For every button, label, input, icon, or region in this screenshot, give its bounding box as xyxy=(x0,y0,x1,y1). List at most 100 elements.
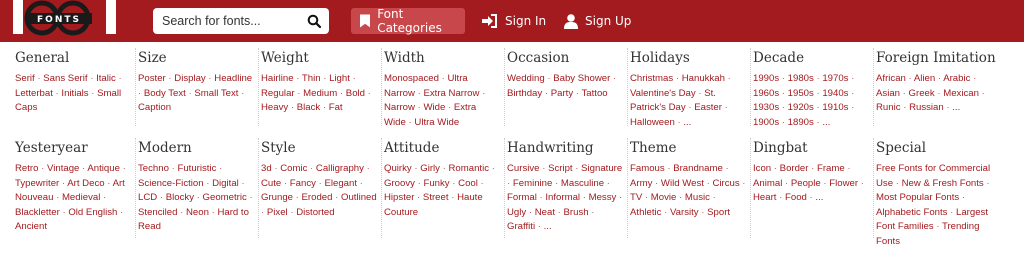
category-link[interactable]: Serif xyxy=(15,73,35,84)
category-link[interactable]: Party xyxy=(551,88,573,99)
category-link[interactable]: Narrow xyxy=(384,102,415,113)
search-input[interactable] xyxy=(162,12,302,30)
category-link[interactable]: Movie xyxy=(651,192,677,203)
category-link[interactable]: Science-Fiction xyxy=(138,178,204,189)
category-link[interactable]: Futuristic xyxy=(177,163,216,174)
category-link[interactable]: Medieval xyxy=(62,192,100,203)
category-link[interactable]: Fancy xyxy=(290,178,316,189)
category-heading[interactable]: Special xyxy=(876,140,992,157)
category-link[interactable]: Greek xyxy=(909,88,935,99)
category-link[interactable]: Cool xyxy=(458,178,478,189)
category-link[interactable]: Black xyxy=(297,102,320,113)
category-link[interactable]: Brandname xyxy=(673,163,723,174)
category-link[interactable]: Russian xyxy=(909,102,944,113)
category-link[interactable]: 1970s xyxy=(822,73,848,84)
category-link[interactable]: TV xyxy=(630,192,642,203)
category-link[interactable]: Valentine's Day xyxy=(630,88,696,99)
category-link[interactable]: Food xyxy=(785,192,807,203)
category-heading[interactable]: Handwriting xyxy=(507,140,623,157)
category-heading[interactable]: Yesteryear xyxy=(15,140,131,157)
category-link[interactable]: Runic xyxy=(876,102,901,113)
category-link[interactable]: Flower xyxy=(829,178,858,189)
category-link[interactable]: Wedding xyxy=(507,73,545,84)
category-link[interactable]: 3d xyxy=(261,163,272,174)
category-link[interactable]: Groovy xyxy=(384,178,415,189)
category-heading[interactable]: Style xyxy=(261,140,377,157)
category-link[interactable]: Digital xyxy=(212,178,239,189)
category-heading[interactable]: Modern xyxy=(138,140,254,157)
category-heading[interactable]: Attitude xyxy=(384,140,500,157)
category-link[interactable]: Asian xyxy=(876,88,900,99)
category-link[interactable]: Wide xyxy=(423,102,445,113)
category-link[interactable]: 1930s xyxy=(753,102,779,113)
category-link[interactable]: Alien xyxy=(914,73,935,84)
category-link[interactable]: Typewriter xyxy=(15,178,59,189)
category-link[interactable]: Outlined xyxy=(341,192,377,203)
category-link[interactable]: Blocky xyxy=(166,192,194,203)
category-link[interactable]: LCD xyxy=(138,192,157,203)
category-link[interactable]: Christmas xyxy=(630,73,673,84)
category-link[interactable]: Monospaced xyxy=(384,73,439,84)
category-link[interactable]: Light xyxy=(329,73,350,84)
category-link[interactable]: 1940s xyxy=(822,88,848,99)
category-link[interactable]: Halloween xyxy=(630,117,675,128)
category-link[interactable]: Brush xyxy=(564,207,589,218)
category-heading[interactable]: Foreign Imitation xyxy=(876,50,996,67)
category-heading[interactable]: Dingbat xyxy=(753,140,869,157)
category-link[interactable]: Baby Shower xyxy=(553,73,610,84)
category-heading[interactable]: General xyxy=(15,50,131,67)
category-link[interactable]: Medium xyxy=(303,88,337,99)
category-link[interactable]: Athletic xyxy=(630,207,661,218)
category-link[interactable]: Street xyxy=(423,192,449,203)
category-link[interactable]: Elegant xyxy=(324,178,357,189)
category-link[interactable]: Calligraphy xyxy=(316,163,364,174)
category-link[interactable]: 1890s xyxy=(788,117,814,128)
category-link[interactable]: Tattoo xyxy=(582,88,608,99)
category-heading[interactable]: Size xyxy=(138,50,254,67)
category-link[interactable]: Icon xyxy=(753,163,771,174)
category-link[interactable]: ... xyxy=(683,117,691,128)
category-link[interactable]: Neat xyxy=(535,207,555,218)
category-link[interactable]: Arabic xyxy=(943,73,970,84)
category-link[interactable]: Techno xyxy=(138,163,169,174)
category-link[interactable]: Famous xyxy=(630,163,665,174)
category-link[interactable]: Blackletter xyxy=(15,207,60,218)
category-link[interactable]: Italic xyxy=(96,73,116,84)
category-link[interactable]: 1980s xyxy=(788,73,814,84)
category-link[interactable]: Letterbat xyxy=(15,88,53,99)
category-link[interactable]: Cursive xyxy=(507,163,540,174)
category-link[interactable]: New & Fresh Fonts xyxy=(902,178,984,189)
category-link[interactable]: Ugly xyxy=(507,207,526,218)
category-link[interactable]: Retro xyxy=(15,163,38,174)
category-link[interactable]: Messy xyxy=(589,192,617,203)
category-link[interactable]: ... xyxy=(544,221,552,232)
category-link[interactable]: Poster xyxy=(138,73,166,84)
category-link[interactable]: Geometric xyxy=(203,192,247,203)
category-link[interactable]: Headline xyxy=(214,73,252,84)
category-link[interactable]: Mexican xyxy=(943,88,979,99)
category-link[interactable]: Thin xyxy=(302,73,321,84)
category-heading[interactable]: Decade xyxy=(753,50,869,67)
category-link[interactable]: ... xyxy=(822,117,830,128)
category-link[interactable]: 1900s xyxy=(753,117,779,128)
category-link[interactable]: Distorted xyxy=(296,207,334,218)
sign-in-button[interactable]: Sign In xyxy=(482,8,546,34)
category-link[interactable]: Army xyxy=(630,178,652,189)
category-link[interactable]: People xyxy=(791,178,821,189)
category-link[interactable]: Informal xyxy=(545,192,580,203)
category-link[interactable]: Grunge xyxy=(261,192,293,203)
search-icon[interactable] xyxy=(307,14,321,28)
category-link[interactable]: Birthday xyxy=(507,88,542,99)
font-categories-button[interactable]: Font Categories xyxy=(351,7,465,35)
category-link[interactable]: Animal xyxy=(753,178,782,189)
category-link[interactable]: ... xyxy=(815,192,823,203)
category-heading[interactable]: Theme xyxy=(630,140,746,157)
category-link[interactable]: ... xyxy=(952,102,960,113)
category-link[interactable]: Script xyxy=(548,163,573,174)
category-link[interactable]: Music xyxy=(685,192,710,203)
category-link[interactable]: Funky xyxy=(423,178,449,189)
category-link[interactable]: Ancient xyxy=(15,221,47,232)
category-link[interactable]: Display xyxy=(174,73,205,84)
sign-up-button[interactable]: Sign Up xyxy=(564,8,631,34)
category-link[interactable]: Varsity xyxy=(670,207,699,218)
